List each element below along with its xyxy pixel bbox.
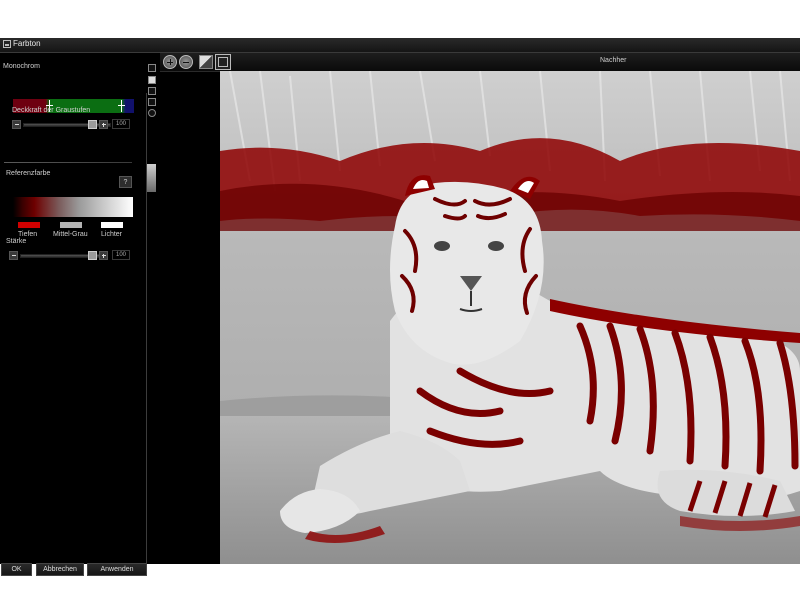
preview-image[interactable] [220,71,800,564]
swatch-highlights[interactable] [101,222,123,228]
opacity-minus-button[interactable] [12,120,21,129]
swatch-highlights-label: Lichter [101,231,123,238]
zoom-out-icon[interactable] [179,55,193,69]
after-label: Nachher [600,57,627,64]
fit-view-icon[interactable] [215,54,231,70]
apply-button[interactable]: Anwenden [87,563,147,576]
viewer-toolbar: Nachher [160,53,800,72]
ok-button[interactable]: OK [1,563,32,576]
opacity-track[interactable] [23,123,111,127]
zoom-in-icon[interactable] [163,55,177,69]
view-mode-4-icon[interactable] [148,98,156,106]
section-divider [4,162,132,163]
swatch-midgray[interactable] [60,222,82,228]
reference-gradient [13,197,133,217]
strength-label: Stärke [6,238,27,245]
strength-thumb[interactable] [88,251,97,260]
hue-dialog: Farbton Monochrom Deckkraft der Graustuf… [0,38,800,576]
strength-slider[interactable]: 100 [9,250,131,261]
settings-panel: Monochrom Deckkraft der Graustufen 100 R… [0,53,147,576]
opacity-plus-button[interactable] [99,120,108,129]
swatch-shadows[interactable] [18,222,40,228]
view-mode-1-icon[interactable] [148,64,156,72]
help-button[interactable]: ? [119,176,132,188]
strength-minus-button[interactable] [9,251,18,260]
panel-scroll-handle[interactable] [147,164,156,192]
reference-color-label: Referenzfarbe [6,170,51,177]
cancel-button[interactable]: Abbrechen [36,563,84,576]
view-mode-5-icon[interactable] [148,109,156,117]
before-after-icon[interactable] [199,55,213,69]
monochrom-handle-right[interactable] [118,100,125,112]
opacity-label: Deckkraft der Graustufen [12,107,91,114]
window-title: Farbton [13,39,41,48]
window-icon [3,40,11,48]
monochrom-label: Monochrom [3,63,40,70]
swatch-midgray-label: Mittel-Grau [53,231,88,238]
title-bar: Farbton [0,38,800,53]
strength-value[interactable]: 100 [112,250,130,260]
tiger-photo [220,71,800,564]
opacity-slider[interactable]: 100 [12,119,132,130]
view-mode-2-icon[interactable] [148,76,156,84]
opacity-thumb[interactable] [88,120,97,129]
view-mode-3-icon[interactable] [148,87,156,95]
opacity-value[interactable]: 100 [112,119,130,129]
strength-plus-button[interactable] [99,251,108,260]
swatch-shadows-label: Tiefen [18,231,38,238]
